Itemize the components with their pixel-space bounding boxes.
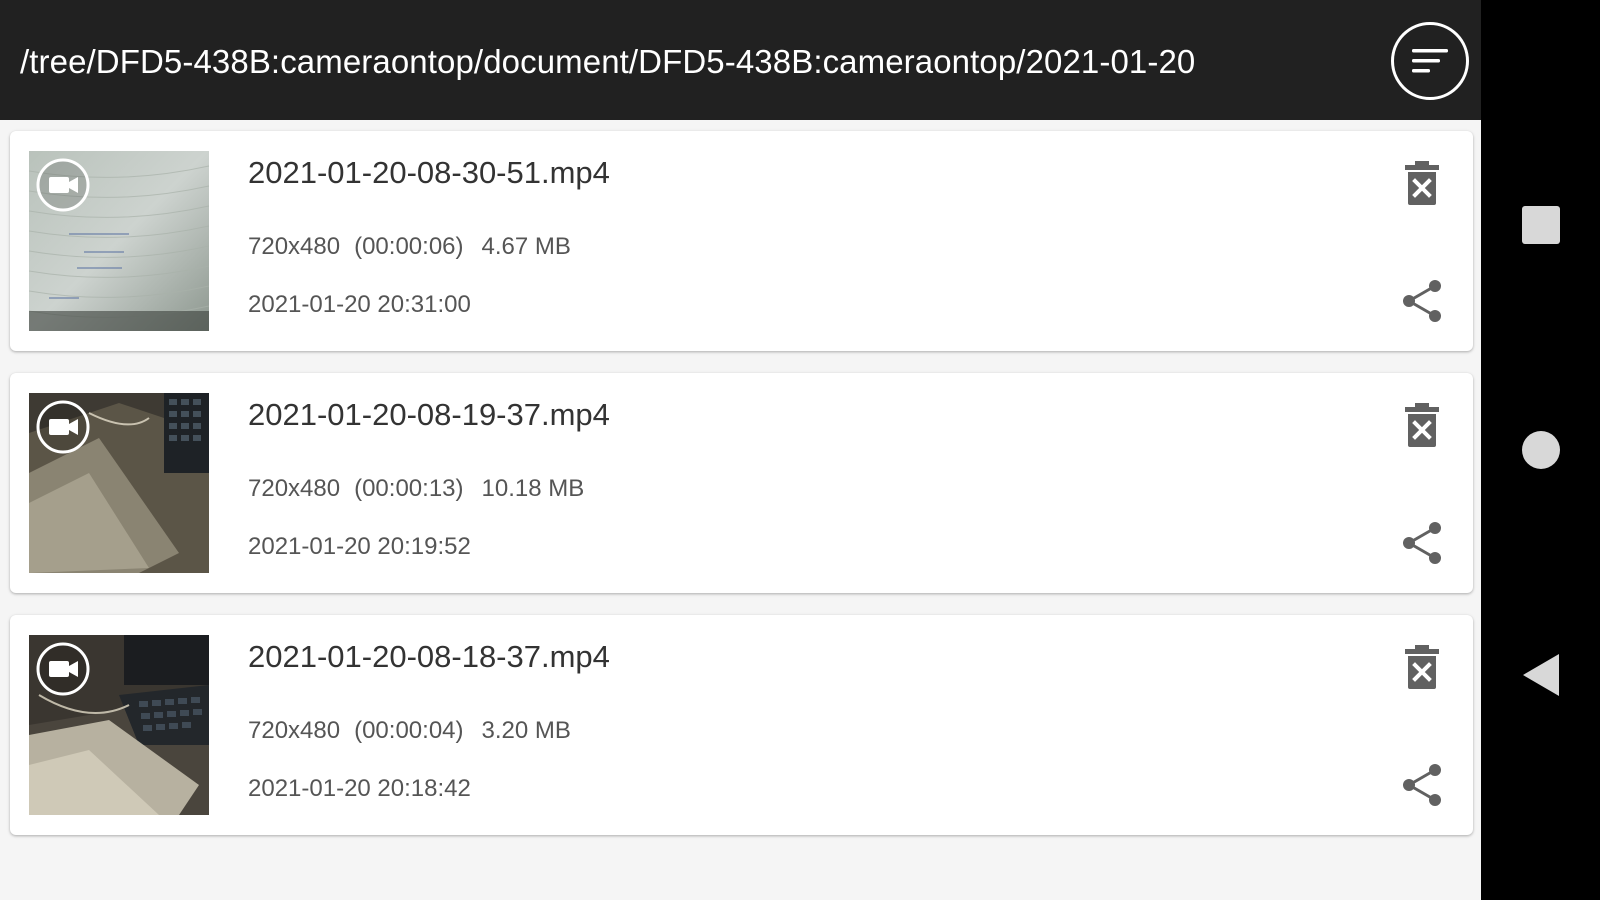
back-icon <box>1522 654 1559 696</box>
file-resolution: 720x480 <box>248 475 341 502</box>
delete-icon <box>1405 645 1439 689</box>
share-button[interactable] <box>1392 755 1452 815</box>
delete-icon <box>1405 161 1439 205</box>
share-button[interactable] <box>1392 271 1452 331</box>
file-name: 2021-01-20-08-30-51.mp4 <box>248 155 610 190</box>
file-size: 4.67 MB <box>481 233 571 260</box>
sort-lines-icon <box>1412 49 1448 73</box>
video-thumbnail[interactable] <box>29 151 209 331</box>
folder-path: /tree/DFD5-438B:cameraontop/document/DFD… <box>20 43 1196 80</box>
share-icon <box>1403 522 1441 564</box>
file-size: 10.18 MB <box>481 475 585 502</box>
file-name: 2021-01-20-08-18-37.mp4 <box>248 639 610 674</box>
delete-button[interactable] <box>1392 153 1452 213</box>
share-button[interactable] <box>1392 513 1452 573</box>
video-camera-icon <box>36 158 90 212</box>
file-date: 2021-01-20 20:31:00 <box>248 291 471 318</box>
app-window: /tree/DFD5-438B:cameraontop/document/DFD… <box>0 0 1481 900</box>
file-date: 2021-01-20 20:19:52 <box>248 533 471 560</box>
video-camera-icon <box>36 400 90 454</box>
file-meta: 720x480 (00:00:13) 10.18 MB <box>248 475 584 503</box>
file-meta: 720x480 (00:00:06) 4.67 MB <box>248 233 571 261</box>
video-item[interactable]: 2021-01-20-08-19-37.mp4 720x480 (00:00:1… <box>10 373 1473 593</box>
back-button[interactable] <box>1481 630 1600 720</box>
video-item[interactable]: 2021-01-20-08-30-51.mp4 720x480 (00:00:0… <box>10 131 1473 351</box>
recents-button[interactable] <box>1481 180 1600 270</box>
home-button[interactable] <box>1481 405 1600 495</box>
file-duration: (00:00:13) <box>354 475 464 502</box>
delete-button[interactable] <box>1392 637 1452 697</box>
home-icon <box>1521 431 1560 469</box>
file-resolution: 720x480 <box>248 233 341 260</box>
delete-icon <box>1405 403 1439 447</box>
video-thumbnail[interactable] <box>29 635 209 815</box>
recents-icon <box>1521 206 1560 244</box>
file-meta: 720x480 (00:00:04) 3.20 MB <box>248 717 571 745</box>
file-date: 2021-01-20 20:18:42 <box>248 775 471 802</box>
video-thumbnail[interactable] <box>29 393 209 573</box>
share-icon <box>1403 764 1441 806</box>
video-camera-icon <box>36 642 90 696</box>
file-name: 2021-01-20-08-19-37.mp4 <box>248 397 610 432</box>
delete-button[interactable] <box>1392 395 1452 455</box>
file-size: 3.20 MB <box>481 717 571 744</box>
video-item[interactable]: 2021-01-20-08-18-37.mp4 720x480 (00:00:0… <box>10 615 1473 835</box>
share-icon <box>1403 280 1441 322</box>
file-resolution: 720x480 <box>248 717 341 744</box>
top-bar: /tree/DFD5-438B:cameraontop/document/DFD… <box>0 0 1481 120</box>
file-duration: (00:00:06) <box>354 233 464 260</box>
sort-button[interactable] <box>1391 22 1469 100</box>
system-nav-bar <box>1481 0 1600 900</box>
file-duration: (00:00:04) <box>354 717 464 744</box>
